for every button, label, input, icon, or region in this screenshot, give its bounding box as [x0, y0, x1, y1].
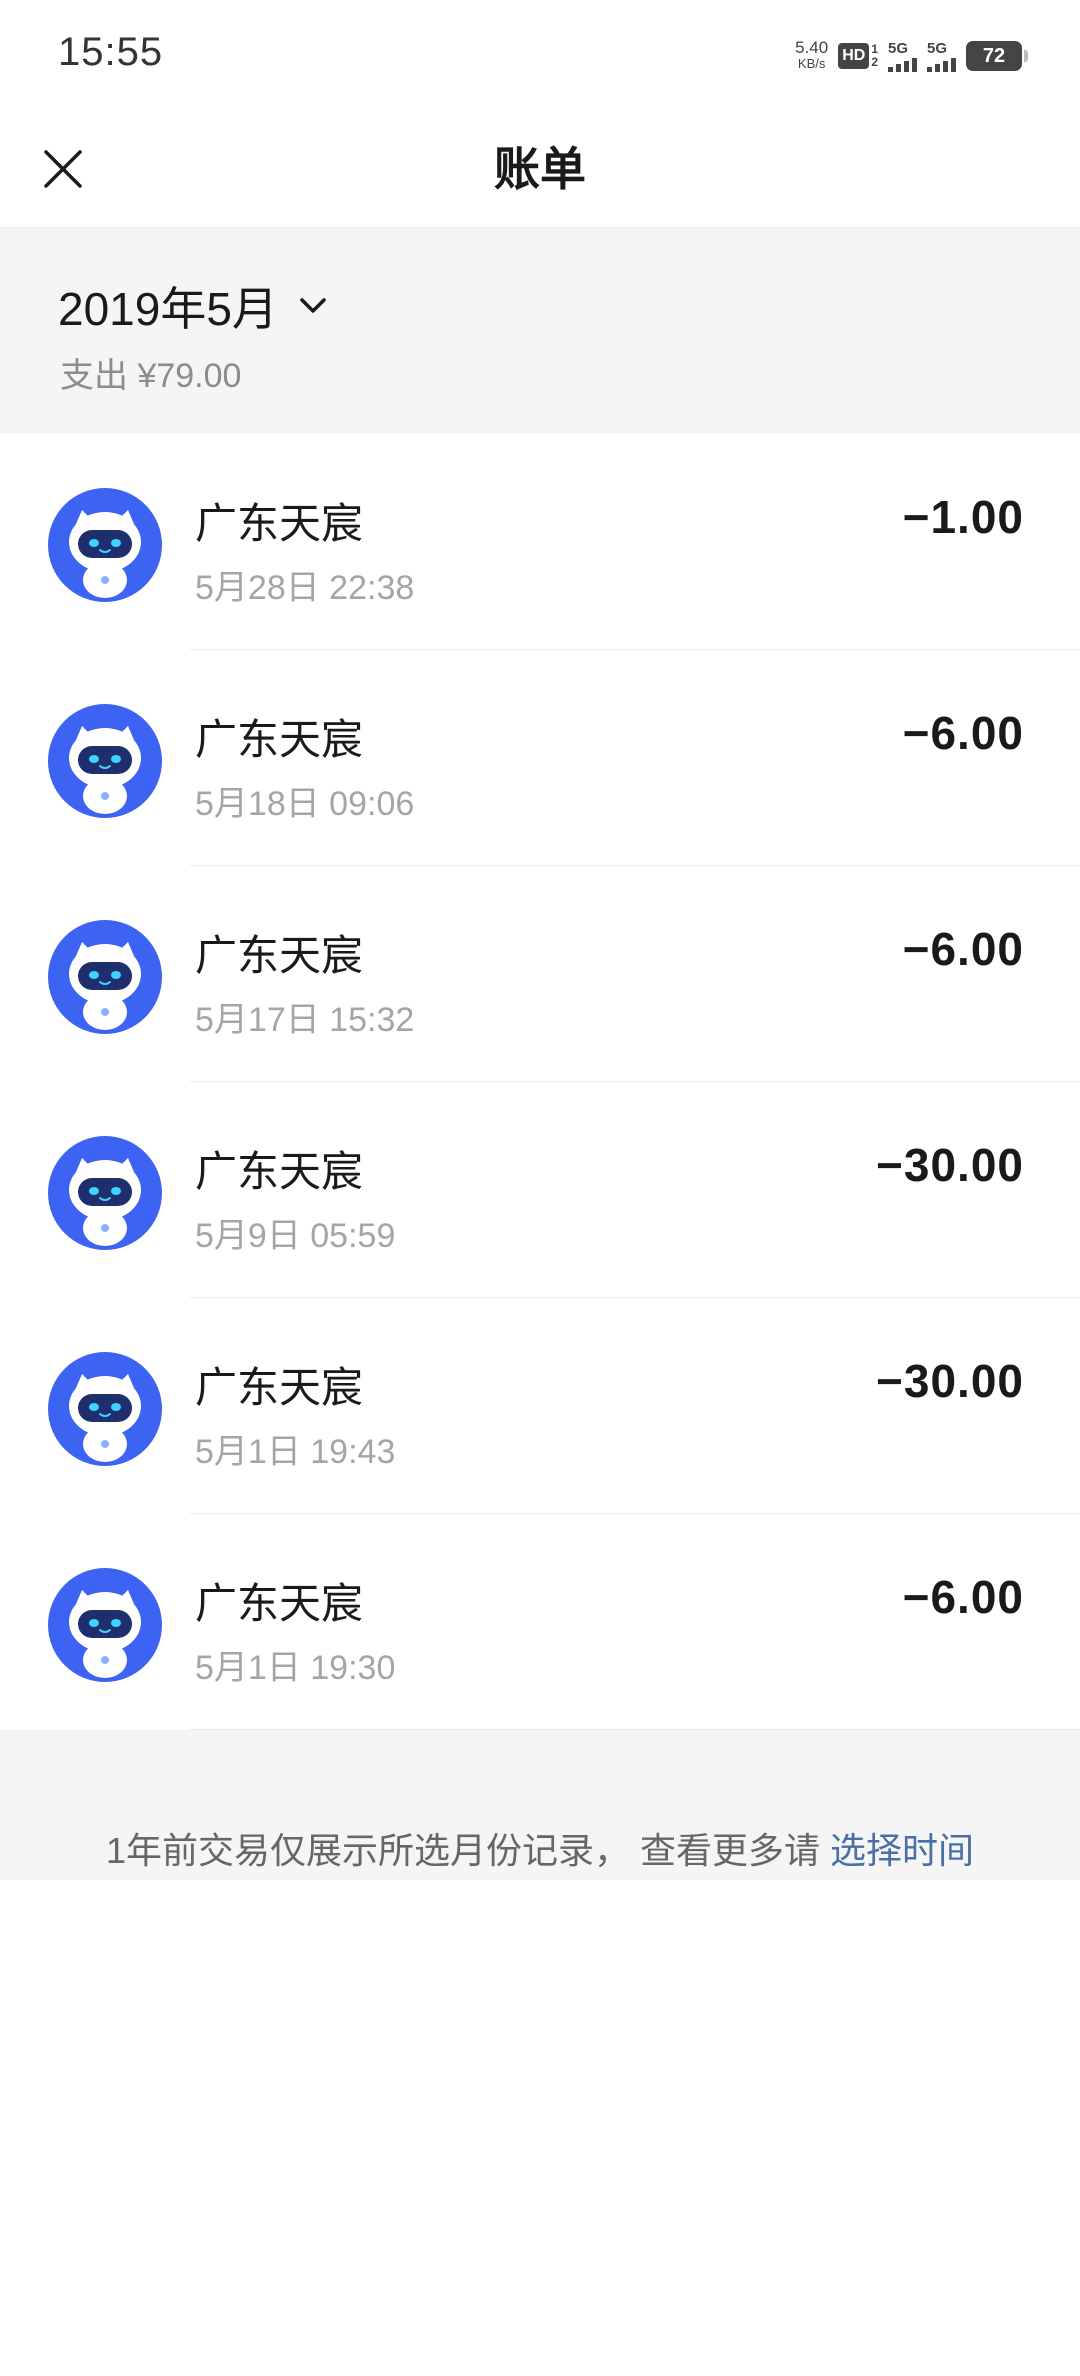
hd-label: HD [838, 43, 870, 69]
hd-sub-bottom: 2 [871, 55, 878, 69]
transaction-row[interactable]: 广东天宸 5月28日 22:38 −1.00 [0, 434, 1080, 650]
transaction-amount: −6.00 [902, 923, 1024, 975]
robot-avatar-icon [48, 920, 162, 1034]
page-title: 账单 [494, 143, 586, 195]
footer-note-text: 1年前交易仅展示所选月份记录， 查看更多请 [105, 1830, 830, 1871]
robot-avatar-icon [48, 1136, 162, 1250]
transaction-merchant: 广东天宸 [195, 716, 364, 763]
transaction-merchant: 广东天宸 [195, 932, 364, 979]
transaction-row[interactable]: 广东天宸 5月9日 05:59 −30.00 [0, 1082, 1080, 1298]
transaction-time: 5月28日 22:38 [195, 569, 415, 607]
network-speed-unit: KB/s [797, 56, 826, 71]
transaction-time: 5月17日 15:32 [195, 1001, 415, 1039]
network-speed: 5.40 KB/s [795, 38, 829, 72]
signal-2-label: 5G [927, 39, 948, 57]
footer-note: 1年前交易仅展示所选月份记录， 查看更多请 选择时间 [0, 1822, 1080, 1874]
robot-avatar-icon [48, 704, 162, 818]
robot-avatar-icon [48, 1568, 162, 1682]
transaction-merchant: 广东天宸 [195, 500, 364, 547]
transaction-amount: −30.00 [876, 1355, 1024, 1407]
hd-sub: 1 2 [871, 43, 878, 69]
transaction-list: 广东天宸 5月28日 22:38 −1.00 广东天宸 5月18日 09:06 … [0, 434, 1080, 1730]
transaction-amount: −6.00 [902, 707, 1024, 759]
transaction-time: 5月9日 05:59 [195, 1217, 396, 1255]
transaction-row[interactable]: 广东天宸 5月18日 09:06 −6.00 [0, 650, 1080, 866]
signal-1-label: 5G [888, 39, 909, 57]
transaction-amount: −30.00 [876, 1139, 1024, 1191]
transaction-amount: −6.00 [902, 1571, 1024, 1623]
month-selector[interactable]: 2019年5月 [58, 273, 328, 339]
select-time-link[interactable]: 选择时间 [830, 1830, 974, 1871]
transaction-amount: −1.00 [902, 491, 1024, 543]
signal-icon-2: 5G [927, 41, 956, 72]
transaction-time: 5月1日 19:43 [195, 1433, 396, 1471]
robot-avatar-icon [48, 488, 162, 602]
signal-1-bars [888, 56, 917, 72]
transaction-merchant: 广东天宸 [195, 1148, 364, 1195]
month-expense-total: 支出 ¥79.00 [60, 357, 242, 395]
month-summary-section: 2019年5月 支出 ¥79.00 [0, 228, 1080, 434]
robot-avatar-icon [48, 1352, 162, 1466]
transaction-row[interactable]: 广东天宸 5月17日 15:32 −6.00 [0, 866, 1080, 1082]
status-time: 15:55 [58, 30, 164, 74]
month-label: 2019年5月 [58, 283, 278, 335]
transaction-row[interactable]: 广东天宸 5月1日 19:43 −30.00 [0, 1298, 1080, 1514]
signal-2-bars [927, 56, 956, 72]
status-icons: 5.40 KB/s HD 1 2 5G 5G 72 [795, 36, 1028, 76]
status-bar: 15:55 5.40 KB/s HD 1 2 5G 5G 72 [0, 0, 1080, 110]
network-speed-value: 5.40 [795, 38, 829, 57]
transaction-row[interactable]: 广东天宸 5月1日 19:30 −6.00 [0, 1514, 1080, 1730]
transaction-merchant: 广东天宸 [195, 1580, 364, 1627]
battery-level: 72 [982, 44, 1006, 67]
battery-icon: 72 [966, 41, 1028, 71]
transaction-merchant: 广东天宸 [195, 1364, 364, 1411]
signal-icon-1: 5G [888, 41, 917, 72]
hd-icon: HD 1 2 [838, 43, 878, 69]
app-header: 账单 [0, 110, 1080, 228]
footer-section: 1年前交易仅展示所选月份记录， 查看更多请 选择时间 [0, 1730, 1080, 1880]
transaction-time: 5月18日 09:06 [195, 785, 415, 823]
chevron-down-icon [298, 296, 328, 316]
transaction-time: 5月1日 19:30 [195, 1649, 396, 1687]
